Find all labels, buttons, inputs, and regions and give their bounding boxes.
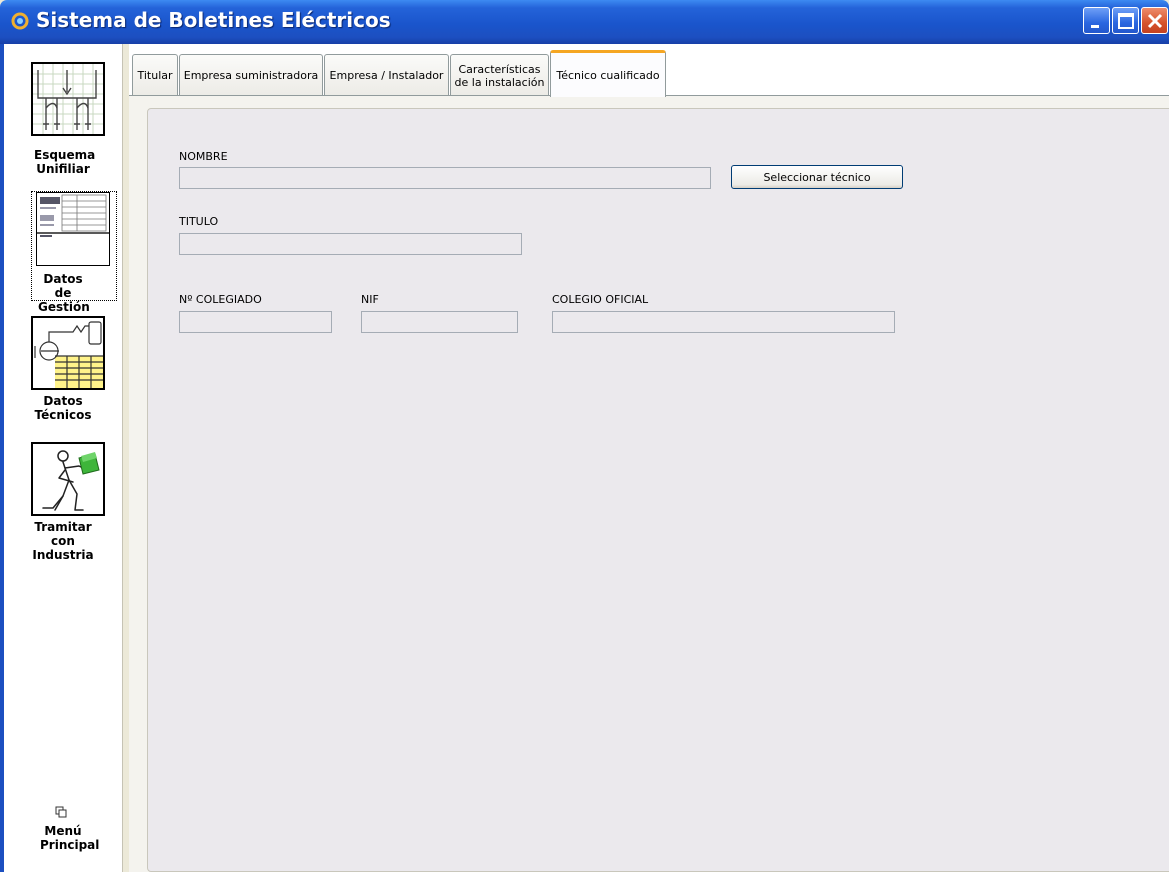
document-icon [36,192,110,266]
sidebar-item-datos-tecnicos[interactable]: Datos Técnicos [4,316,122,428]
nif-field[interactable] [361,311,518,333]
maximize-button[interactable] [1112,7,1139,34]
sidebar-item-label: Esquema Unifiliar [34,148,96,176]
nombre-field[interactable] [179,167,711,189]
sidebar-item-label: Datos Técnicos [34,394,92,422]
tab-empresa-suministradora[interactable]: Empresa suministradora [179,54,323,96]
tab-tecnico-cualificado[interactable]: Técnico cualificado [550,50,666,97]
close-button[interactable] [1141,7,1168,34]
colegiado-label: Nº COLEGIADO [179,293,262,306]
titulo-field[interactable] [179,233,522,255]
sidebar-item-datos-gestion[interactable]: Datos de Gestión [31,191,117,314]
main-panel: Titular Empresa suministradora Empresa /… [129,44,1169,872]
form-panel: NOMBRE Seleccionar técnico TITULO Nº COL… [147,108,1169,872]
colegio-oficial-field[interactable] [552,311,895,333]
close-icon [1147,13,1163,29]
tab-label: Empresa / Instalador [329,69,444,82]
tab-label-line1: Características [458,62,541,76]
sidebar: Esquema Unifiliar Datos de Gestión Datos… [4,44,122,872]
person-carrying-folder-icon [31,442,105,516]
titulo-label: TITULO [179,215,219,228]
sidebar-item-label-text: Datos de Gestión [38,272,90,314]
nif-label: NIF [361,293,379,306]
tab-titular[interactable]: Titular [132,54,178,96]
colegiado-field[interactable] [179,311,332,333]
sidebar-splitter[interactable] [122,44,129,872]
minimize-button[interactable] [1083,7,1110,34]
maximize-icon [1118,13,1134,29]
sidebar-item-label: Datos de Gestión [4,272,122,314]
tab-caracteristicas-instalacion[interactable]: Características de la instalación [450,54,549,96]
sidebar-item-menu-principal[interactable]: Menú Principal [4,806,122,866]
sidebar-item-tramitar-industria[interactable]: Tramitar con Industria [4,442,122,572]
window-title: Sistema de Boletines Eléctricos [36,8,391,32]
schematic-icon [31,62,105,136]
app-icon [11,12,29,30]
sidebar-item-label: Tramitar con Industria [32,520,94,562]
tab-empresa-instalador[interactable]: Empresa / Instalador [324,54,449,96]
tab-label: Titular [137,69,173,82]
colegio-oficial-label: COLEGIO OFICIAL [552,293,649,306]
tab-label: Técnico cualificado [556,68,660,82]
minimize-icon [1091,25,1099,28]
nombre-label: NOMBRE [179,150,228,163]
select-technician-button[interactable]: Seleccionar técnico [731,165,903,189]
tab-label: Empresa suministradora [183,69,319,82]
window-icon [55,806,67,818]
sidebar-item-label: Menú Principal [40,824,100,852]
tab-label-line2: de la instalación [454,75,545,89]
tab-content: NOMBRE Seleccionar técnico TITULO Nº COL… [129,95,1169,872]
sidebar-item-esquema-unifiliar[interactable]: Esquema Unifiliar [4,62,122,180]
technical-data-icon [31,316,105,390]
title-bar[interactable]: Sistema de Boletines Eléctricos [0,0,1169,44]
